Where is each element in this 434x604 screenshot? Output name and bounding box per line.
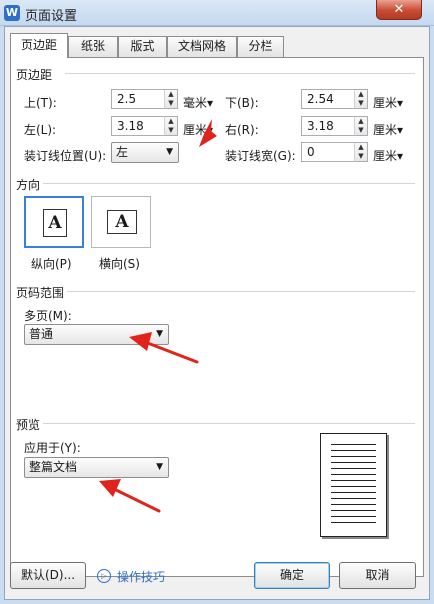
- unit-dropdown-icon: ▾: [397, 149, 404, 163]
- gutter-position-label: 装订线位置(U):: [24, 149, 107, 163]
- portrait-option[interactable]: A: [24, 196, 84, 248]
- preview-line: [331, 486, 376, 487]
- play-circle-icon[interactable]: ▷: [97, 569, 111, 583]
- right-margin-stepper[interactable]: ▲ ▼: [354, 116, 368, 136]
- preview-line: [331, 450, 376, 451]
- bottom-margin-input[interactable]: 2.54: [301, 89, 355, 109]
- margins-group-title: 页边距: [16, 68, 53, 82]
- window-title: 页面设置: [25, 9, 78, 24]
- divider: [67, 291, 415, 293]
- top-margin-input[interactable]: 2.5: [111, 89, 165, 109]
- bottom-margin-stepper[interactable]: ▲ ▼: [354, 89, 368, 109]
- margins-panel: 页边距 上(T): 2.5 ▲ ▼ 毫米▾ 下(B): 2.54 ▲ ▼ 厘米▾ 左…: [10, 57, 424, 577]
- unit-text: 厘米: [373, 123, 398, 137]
- chevron-down-icon: ▼: [156, 329, 163, 339]
- title-bar: W 页面设置 ✕: [0, 0, 434, 26]
- default-button[interactable]: 默认(D)...: [10, 562, 86, 589]
- portrait-page-icon: A: [43, 209, 67, 237]
- unit-text: 厘米: [373, 149, 398, 163]
- multiple-pages-label: 多页(M):: [24, 309, 72, 323]
- unit-text: 厘米: [373, 96, 398, 110]
- unit-text: 厘米: [183, 123, 208, 137]
- multiple-pages-select[interactable]: 普通 ▼: [24, 324, 169, 345]
- spin-down-icon[interactable]: ▼: [358, 99, 363, 107]
- gutter-width-unit[interactable]: 厘米▾: [373, 147, 403, 164]
- landscape-option[interactable]: A: [91, 196, 151, 248]
- preview-line: [331, 462, 376, 463]
- preview-line: [331, 516, 376, 517]
- spin-down-icon[interactable]: ▼: [168, 126, 173, 134]
- left-margin-unit[interactable]: 厘米▾: [183, 121, 213, 138]
- landscape-page-icon: A: [107, 210, 137, 234]
- preview-line: [331, 492, 376, 493]
- portrait-label: 纵向(P): [31, 257, 72, 271]
- divider: [43, 423, 415, 425]
- unit-dropdown-icon: ▾: [207, 123, 214, 137]
- page-setup-dialog: 页边距 纸张 版式 文档网格 分栏 页边距 上(T): 2.5 ▲ ▼ 毫米▾ 下…: [4, 26, 430, 600]
- left-margin-stepper[interactable]: ▲ ▼: [164, 116, 178, 136]
- preview-group-title: 预览: [16, 418, 41, 432]
- bottom-margin-unit[interactable]: 厘米▾: [373, 94, 403, 111]
- wps-logo-icon: W: [4, 5, 20, 21]
- unit-text: 毫米: [183, 96, 208, 110]
- chevron-down-icon: ▼: [166, 147, 173, 157]
- spin-up-icon[interactable]: ▲: [358, 117, 363, 125]
- tab-paper[interactable]: 纸张: [68, 36, 118, 57]
- divider: [65, 73, 415, 75]
- spin-up-icon[interactable]: ▲: [358, 143, 363, 151]
- apply-to-select[interactable]: 整篇文档 ▼: [24, 457, 169, 478]
- preview-line: [331, 522, 376, 523]
- spin-up-icon[interactable]: ▲: [168, 117, 173, 125]
- spin-up-icon[interactable]: ▲: [168, 90, 173, 98]
- preview-line: [331, 480, 376, 481]
- left-margin-input[interactable]: 3.18: [111, 116, 165, 136]
- preview-line: [331, 468, 376, 469]
- preview-line: [331, 444, 376, 445]
- top-margin-stepper[interactable]: ▲ ▼: [164, 89, 178, 109]
- tab-margins[interactable]: 页边距: [10, 33, 68, 58]
- bottom-margin-label: 下(B):: [225, 96, 259, 110]
- gutter-width-input[interactable]: 0: [301, 142, 355, 162]
- gutter-width-stepper[interactable]: ▲ ▼: [354, 142, 368, 162]
- close-button[interactable]: ✕: [376, 0, 422, 20]
- page-preview: [320, 433, 387, 537]
- preview-line: [331, 504, 376, 505]
- tab-layout[interactable]: 版式: [118, 36, 167, 57]
- spin-down-icon[interactable]: ▼: [358, 152, 363, 160]
- tips-link[interactable]: 操作技巧: [117, 568, 165, 585]
- right-margin-unit[interactable]: 厘米▾: [373, 121, 403, 138]
- orientation-group-title: 方向: [16, 178, 41, 192]
- right-margin-input[interactable]: 3.18: [301, 116, 355, 136]
- ok-button[interactable]: 确定: [254, 562, 330, 589]
- gutter-position-select[interactable]: 左 ▼: [111, 142, 179, 163]
- apply-to-label: 应用于(Y):: [24, 441, 81, 455]
- divider: [43, 183, 415, 185]
- preview-line: [331, 498, 376, 499]
- page-range-group-title: 页码范围: [16, 286, 65, 300]
- right-margin-label: 右(R):: [225, 123, 259, 137]
- preview-line: [331, 474, 376, 475]
- spin-up-icon[interactable]: ▲: [358, 90, 363, 98]
- top-margin-label: 上(T):: [24, 96, 57, 110]
- select-value: 普通: [29, 327, 54, 341]
- preview-line: [331, 510, 376, 511]
- top-margin-unit[interactable]: 毫米▾: [183, 94, 213, 111]
- tab-document-grid[interactable]: 文档网格: [167, 36, 237, 57]
- select-value: 整篇文档: [29, 460, 78, 474]
- spin-down-icon[interactable]: ▼: [168, 99, 173, 107]
- unit-dropdown-icon: ▾: [207, 96, 214, 110]
- gutter-width-label: 装订线宽(G):: [225, 149, 296, 163]
- chevron-down-icon: ▼: [156, 462, 163, 472]
- unit-dropdown-icon: ▾: [397, 123, 404, 137]
- spin-down-icon[interactable]: ▼: [358, 126, 363, 134]
- preview-line: [331, 456, 376, 457]
- select-value: 左: [116, 145, 129, 159]
- unit-dropdown-icon: ▾: [397, 96, 404, 110]
- landscape-label: 横向(S): [99, 257, 140, 271]
- tab-columns[interactable]: 分栏: [237, 36, 284, 57]
- left-margin-label: 左(L):: [24, 123, 57, 137]
- cancel-button[interactable]: 取消: [339, 562, 416, 589]
